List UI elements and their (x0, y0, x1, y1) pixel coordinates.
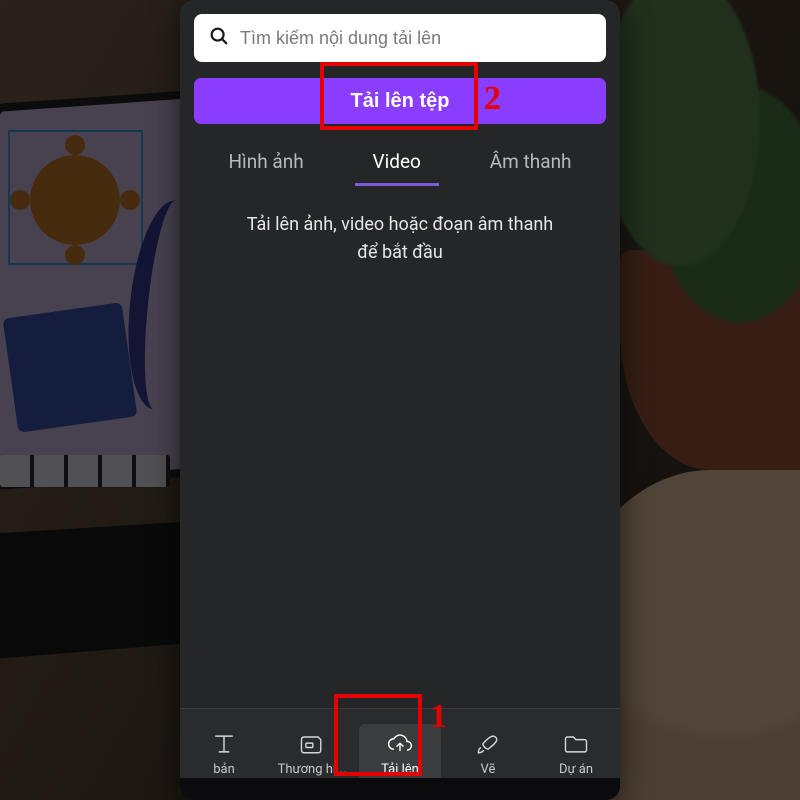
search-icon (208, 25, 230, 51)
folder-icon (562, 732, 590, 756)
wallet-icon (298, 732, 326, 756)
upload-panel: Tải lên tệp Hình ảnh Video Âm thanh Tải … (180, 0, 620, 800)
nav-draw-label: Vẽ (481, 762, 496, 777)
nav-upload[interactable]: Tải lên (359, 724, 441, 785)
nav-text-label: bản (213, 762, 235, 777)
nav-upload-label: Tải lên (381, 762, 419, 777)
nav-draw[interactable]: Vẽ (447, 732, 529, 777)
tab-images[interactable]: Hình ảnh (224, 144, 307, 185)
nav-projects[interactable]: Dự án (535, 732, 617, 777)
upload-file-button[interactable]: Tải lên tệp (194, 78, 606, 124)
text-icon (210, 732, 238, 756)
nav-brand-label: Thương hi... (278, 762, 347, 777)
tab-video[interactable]: Video (369, 144, 425, 185)
media-type-tabs: Hình ảnh Video Âm thanh (194, 144, 606, 185)
search-input-wrap[interactable] (194, 14, 606, 62)
tab-audio[interactable]: Âm thanh (486, 144, 576, 185)
brush-icon (474, 732, 502, 756)
empty-line-2: để bắt đầu (224, 239, 576, 267)
system-nav-strip (180, 778, 620, 800)
cloud-upload-icon (386, 732, 414, 756)
nav-text[interactable]: bản (183, 732, 265, 777)
empty-state-text: Tải lên ảnh, video hoặc đoạn âm thanh để… (194, 211, 606, 267)
nav-brand[interactable]: Thương hi... (271, 732, 353, 777)
empty-line-1: Tải lên ảnh, video hoặc đoạn âm thanh (224, 211, 576, 239)
search-input[interactable] (240, 28, 592, 49)
nav-projects-label: Dự án (559, 762, 593, 777)
